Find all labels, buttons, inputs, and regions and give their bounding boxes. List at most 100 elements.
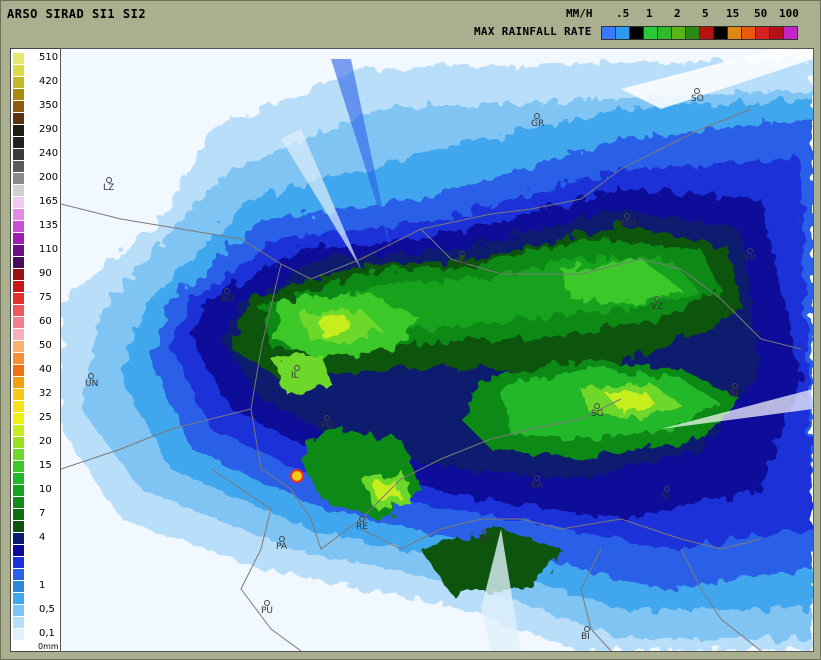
legend-row: 290 <box>11 124 61 137</box>
city-label: VK <box>744 248 756 264</box>
legend-swatch <box>13 557 24 568</box>
legend-row <box>11 473 61 485</box>
legend-row <box>11 449 61 461</box>
legend-row <box>11 569 61 581</box>
legend-swatch <box>13 545 24 556</box>
legend-swatch <box>13 437 24 448</box>
legend-swatch <box>13 473 24 484</box>
legend-row: 7 <box>11 508 61 521</box>
scale-swatch <box>602 27 616 39</box>
legend-label: 135 <box>39 220 59 231</box>
legend-swatch <box>13 233 24 244</box>
legend-swatch <box>13 293 24 304</box>
scale-tick: 100 <box>779 7 799 20</box>
city-label: RE <box>356 516 368 532</box>
legend-label: 0,1 <box>39 628 55 639</box>
city-dot-icon <box>106 177 112 183</box>
legend-row: 200 <box>11 172 61 185</box>
scale-swatch <box>644 27 658 39</box>
city-dot-icon <box>459 251 465 257</box>
scale-swatch <box>742 27 756 39</box>
legend-swatch <box>13 257 24 268</box>
legend-label: 4 <box>39 532 46 543</box>
legend-swatch <box>13 485 24 496</box>
legend-label: 7 <box>39 508 46 519</box>
legend-label: 50 <box>39 340 52 351</box>
city-label: VZ <box>651 296 663 312</box>
legend-swatch <box>13 149 24 160</box>
legend-swatch <box>13 533 24 544</box>
city-dot-icon <box>279 536 285 542</box>
legend-row <box>11 401 61 413</box>
legend-swatch <box>13 137 24 148</box>
legend-swatch <box>13 317 24 328</box>
legend-swatch <box>13 305 24 316</box>
units-label: MM/H <box>566 7 593 20</box>
legend-label: 290 <box>39 124 59 135</box>
legend-row <box>11 281 61 293</box>
city-label: SI <box>661 486 670 502</box>
scale-tick: 50 <box>754 7 768 20</box>
legend-swatch <box>13 329 24 340</box>
city-dot-icon <box>359 516 365 522</box>
legend-swatch <box>13 629 24 640</box>
city-label: BO <box>221 288 234 304</box>
legend-row: 10 <box>11 484 61 497</box>
legend-label: 20 <box>39 436 52 447</box>
scale-tick-labels: .5 1 2 5 15 50 100 <box>612 7 821 21</box>
legend-swatch <box>13 269 24 280</box>
city-label: PO <box>321 415 334 431</box>
legend-label: 90 <box>39 268 52 279</box>
city-dot-icon <box>534 113 540 119</box>
legend-swatch <box>13 245 24 256</box>
legend-row: 60 <box>11 316 61 329</box>
city-dot-icon <box>534 475 540 481</box>
city-label: SO <box>691 88 704 104</box>
scale-swatch <box>686 27 700 39</box>
legend-row: 25 <box>11 412 61 425</box>
city-label: BJ <box>729 383 738 399</box>
legend-swatch <box>13 569 24 580</box>
legend-row: 165 <box>11 196 61 209</box>
legend-row <box>11 329 61 341</box>
scale-tick: 2 <box>674 7 681 20</box>
legend-row: 110 <box>11 244 61 257</box>
city-label: KA <box>531 475 543 491</box>
legend-swatch <box>13 53 24 64</box>
city-dot-icon <box>694 88 700 94</box>
legend-row: 420 <box>11 76 61 89</box>
legend-swatch <box>13 281 24 292</box>
legend-row <box>11 545 61 557</box>
legend-row: 90 <box>11 268 61 281</box>
legend-row <box>11 353 61 365</box>
legend-label: 40 <box>39 364 52 375</box>
legend-swatch <box>13 113 24 124</box>
legend-row <box>11 497 61 509</box>
scale-tick: .5 <box>616 7 630 20</box>
legend-swatch <box>13 617 24 628</box>
legend-swatch <box>13 401 24 412</box>
scale-swatch <box>658 27 672 39</box>
legend-row: 75 <box>11 292 61 305</box>
legend-swatch <box>13 65 24 76</box>
city-label: LZ <box>103 177 114 193</box>
legend-swatch <box>13 353 24 364</box>
legend-swatch <box>13 125 24 136</box>
legend-swatch <box>13 605 24 616</box>
legend-label: 60 <box>39 316 52 327</box>
scale-tick: 1 <box>646 7 653 20</box>
legend-swatch <box>13 593 24 604</box>
city-label: MO <box>621 213 636 229</box>
legend-swatch <box>13 365 24 376</box>
legend-swatch <box>13 221 24 232</box>
city-dot-icon <box>324 415 330 421</box>
legend-row: 0,5 <box>11 604 61 617</box>
legend-label: 15 <box>39 460 52 471</box>
legend-label: 75 <box>39 292 52 303</box>
legend-swatch <box>13 173 24 184</box>
city-dot-icon <box>594 403 600 409</box>
city-dot-icon <box>264 600 270 606</box>
city-label: UN <box>85 373 98 389</box>
radar-map[interactable]: SO GR LZ MO VK SG BO VZ UN IL BJ PO SG KA SI RE OG PA PU BI <box>60 48 814 652</box>
city-dot-icon <box>224 288 230 294</box>
